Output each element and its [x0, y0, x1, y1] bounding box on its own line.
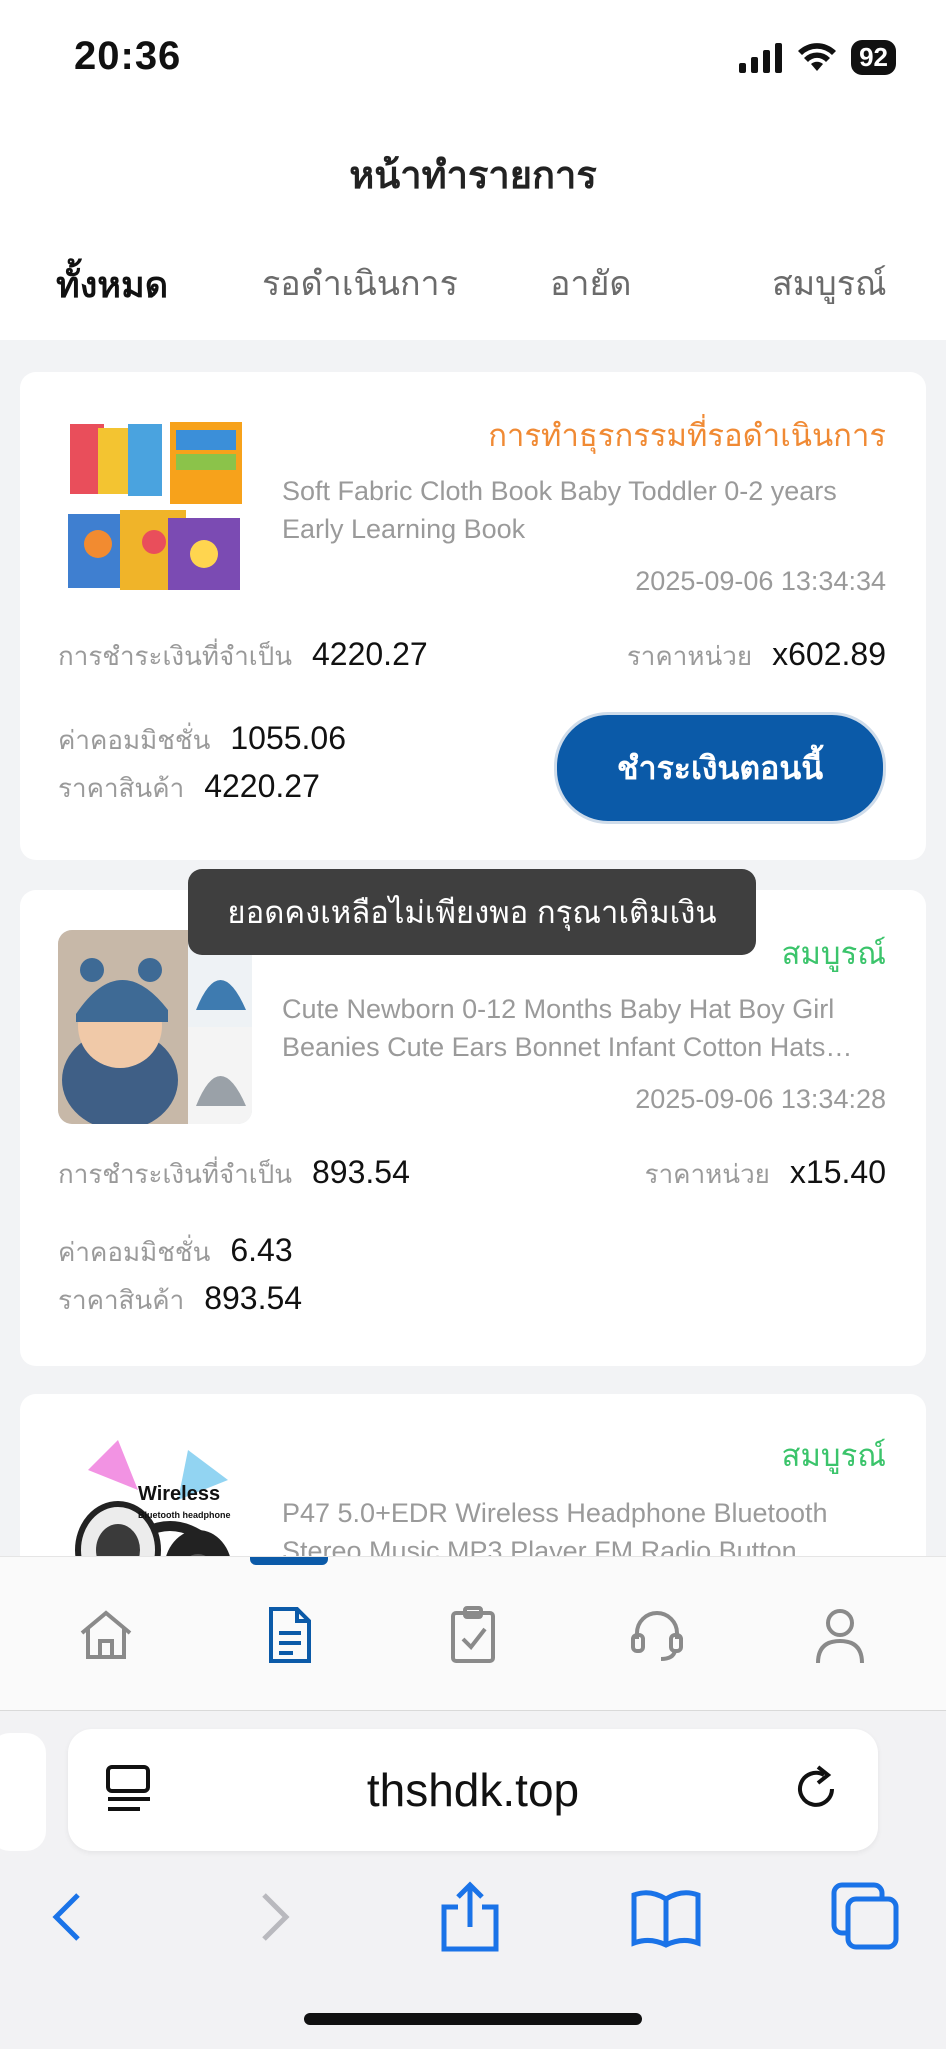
bookmarks-icon[interactable] — [626, 1877, 706, 1957]
commission: ค่าคอมมิชชั่น 6.43 — [58, 1232, 293, 1273]
product-price-value: 4220.27 — [204, 768, 320, 804]
unit-price-value: x15.40 — [789, 1154, 886, 1190]
unit-price-label: ราคาหน่วย — [626, 641, 753, 671]
product-price-value: 893.54 — [204, 1280, 303, 1316]
order-card: การทำธุรกรรมที่รอดำเนินการ Soft Fabric C… — [20, 372, 926, 860]
required-payment-label: การชำระเงินที่จำเป็น — [58, 641, 292, 671]
tab-pending[interactable]: รอดำเนินการ — [262, 256, 458, 310]
status-tabs: ทั้งหมด รอดำเนินการ อายัด สมบูรณ์ — [0, 256, 946, 316]
insufficient-balance-toast: ยอดคงเหลือไม่เพียงพอ กรุณาเติมเงิน — [188, 869, 756, 955]
order-card: สมบูรณ์ Cute Newborn 0-12 Months Baby Ha… — [20, 890, 926, 1366]
page-title: หน้าทำรายการ — [349, 155, 597, 197]
product-price: ราคาสินค้า 4220.27 — [58, 768, 320, 809]
status-icons: 92 — [739, 40, 896, 75]
home-indicator — [304, 2013, 642, 2025]
required-payment: การชำระเงินที่จำเป็น 893.54 — [58, 1154, 410, 1195]
baby-hat-image — [58, 930, 252, 1124]
status-time: 20:36 — [74, 34, 182, 78]
tasks-icon[interactable] — [441, 1603, 505, 1667]
back-icon[interactable] — [30, 1877, 110, 1957]
order-status: สมบูรณ์ — [781, 1438, 886, 1473]
browser-toolbar: thshdk.top — [0, 1710, 946, 2049]
thumb-text: Wireless — [138, 1483, 220, 1505]
commission-label: ค่าคอมมิชชั่น — [58, 725, 211, 755]
bottom-nav — [0, 1556, 946, 1711]
status-bar: 20:36 92 — [0, 0, 946, 110]
forward-icon[interactable] — [232, 1877, 312, 1957]
pay-now-button[interactable]: ชำระเงินตอนนี้ — [554, 712, 886, 824]
product-name: Soft Fabric Cloth Book Baby Toddler 0-2 … — [282, 476, 837, 544]
url-text[interactable]: thshdk.top — [68, 1763, 878, 1817]
order-status: การทำธุรกรรมที่รอดำเนินการ — [488, 418, 886, 453]
tab-all[interactable]: ทั้งหมด — [56, 256, 168, 313]
product-image[interactable] — [58, 414, 252, 608]
unit-price: ราคาหน่วย x15.40 — [645, 1154, 886, 1195]
tab-complete[interactable]: สมบูรณ์ — [772, 256, 887, 310]
required-payment-value: 893.54 — [311, 1154, 410, 1190]
orders-icon[interactable] — [257, 1603, 321, 1667]
order-date: 2025-09-06 13:34:28 — [635, 1084, 886, 1114]
unit-price: ราคาหน่วย x602.89 — [627, 636, 886, 677]
commission: ค่าคอมมิชชั่น 1055.06 — [58, 720, 346, 761]
previous-tab-preview[interactable] — [0, 1733, 46, 1851]
commission-label: ค่าคอมมิชชั่น — [58, 1237, 211, 1267]
profile-icon[interactable] — [808, 1603, 872, 1667]
commission-value: 6.43 — [230, 1232, 293, 1268]
page-header: หน้าทำรายการ ทั้งหมด รอดำเนินการ อายัด ส… — [0, 110, 946, 340]
product-price: ราคาสินค้า 893.54 — [58, 1280, 302, 1321]
commission-value: 1055.06 — [230, 720, 347, 756]
cloth-book-image — [58, 414, 252, 608]
battery-indicator: 92 — [851, 40, 896, 75]
home-icon[interactable] — [74, 1603, 138, 1667]
unit-price-value: x602.89 — [772, 636, 886, 672]
product-price-label: ราคาสินค้า — [58, 1285, 185, 1315]
tabs-icon[interactable] — [826, 1877, 906, 1957]
address-bar[interactable]: thshdk.top — [68, 1729, 878, 1851]
nav-active-indicator — [250, 1557, 328, 1565]
required-payment: การชำระเงินที่จำเป็น 4220.27 — [58, 636, 428, 677]
order-status: สมบูรณ์ — [781, 936, 886, 971]
unit-price-label: ราคาหน่วย — [644, 1159, 770, 1189]
product-price-label: ราคาสินค้า — [58, 773, 185, 803]
support-icon[interactable] — [625, 1603, 689, 1667]
signal-icon — [739, 42, 783, 73]
order-date: 2025-09-06 13:34:34 — [635, 566, 886, 596]
product-image[interactable] — [58, 930, 252, 1124]
reload-icon[interactable] — [788, 1761, 844, 1817]
required-payment-value: 4220.27 — [311, 636, 428, 672]
product-name: Cute Newborn 0-12 Months Baby Hat Boy Gi… — [282, 994, 853, 1062]
tab-frozen[interactable]: อายัด — [550, 256, 632, 310]
required-payment-label: การชำระเงินที่จำเป็น — [58, 1159, 292, 1189]
thumb-subtext: Bluetooth headphone — [138, 1510, 231, 1520]
wifi-icon — [798, 42, 837, 71]
share-icon[interactable] — [430, 1877, 510, 1957]
